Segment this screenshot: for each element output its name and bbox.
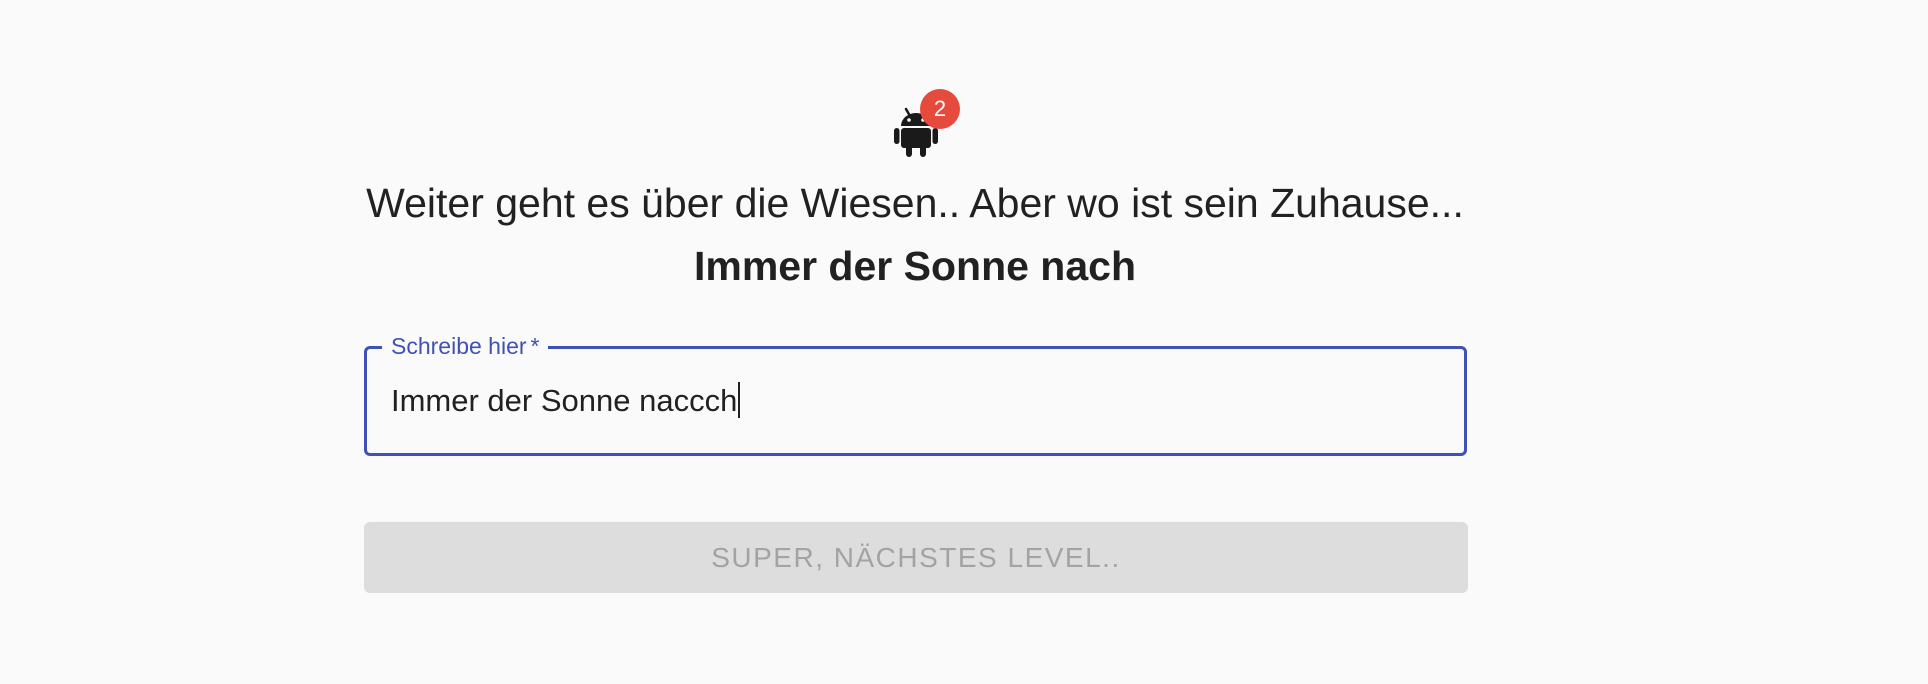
answer-input-value[interactable]: Immer der Sonne naccch — [391, 380, 741, 422]
level-subtitle: Weiter geht es über die Wiesen.. Aber wo… — [366, 180, 1464, 226]
notification-badge: 2 — [920, 89, 960, 129]
required-marker: * — [530, 333, 540, 359]
answer-input-label: Schreibe hier * — [382, 330, 549, 362]
level-screen: 2 Weiter geht es über die Wiesen.. Aber … — [0, 0, 1928, 684]
answer-input-label-text: Schreibe hier — [391, 333, 527, 359]
text-caret — [738, 382, 741, 418]
next-level-button[interactable]: SUPER, NÄCHSTES LEVEL.. — [364, 522, 1468, 593]
answer-input-text[interactable]: Immer der Sonne naccch — [391, 383, 737, 418]
level-title: Immer der Sonne nach — [693, 243, 1136, 289]
